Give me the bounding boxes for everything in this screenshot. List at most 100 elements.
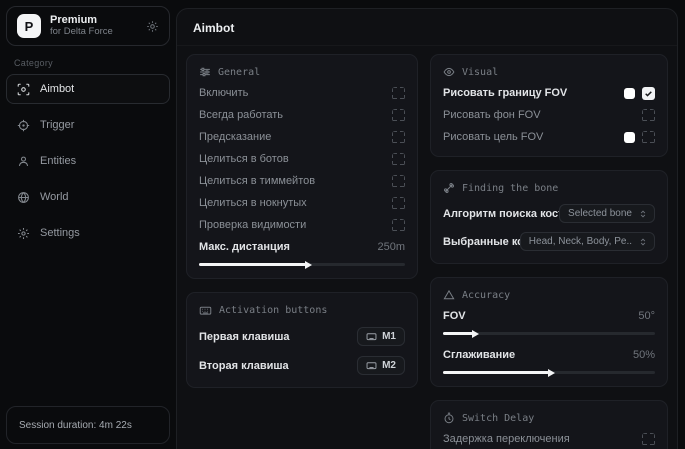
target-knocked-checkbox[interactable] bbox=[392, 197, 405, 210]
smoothing-label: Сглаживание bbox=[443, 349, 625, 361]
general-card: General Включить Всегда работать Предска… bbox=[186, 54, 418, 279]
check-label: Целиться в нокнутых bbox=[199, 197, 392, 209]
check-label: Предсказание bbox=[199, 131, 392, 143]
check-label: Включить bbox=[199, 87, 392, 99]
selected-bones-value: Head, Neck, Body, Pe.. bbox=[529, 236, 632, 247]
app-window: P Premium for Delta Force Category bbox=[0, 0, 685, 449]
check-label: Целиться в ботов bbox=[199, 153, 392, 165]
left-column: General Включить Всегда работать Предска… bbox=[186, 54, 418, 449]
content-columns: General Включить Всегда работать Предска… bbox=[177, 46, 677, 449]
keybind-row: Вторая клавиша M2 bbox=[199, 356, 405, 375]
sidebar-item-label: Trigger bbox=[40, 119, 74, 131]
slider-thumb[interactable] bbox=[305, 261, 312, 269]
sidebar-item-world[interactable]: World bbox=[6, 182, 170, 212]
timer-icon bbox=[443, 412, 455, 424]
main-panel: Aimbot G bbox=[176, 8, 678, 449]
smoothing-slider[interactable] bbox=[443, 371, 655, 374]
brand-subtitle: for Delta Force bbox=[50, 27, 137, 38]
bone-algorithm-label: Алгоритм поиска костей bbox=[443, 208, 559, 220]
unfold-icon bbox=[638, 237, 648, 247]
fov-target-label: Рисовать цель FOV bbox=[443, 131, 624, 143]
visibility-check-checkbox[interactable] bbox=[392, 219, 405, 232]
first-key-button[interactable]: M1 bbox=[357, 327, 405, 346]
visual-row: Рисовать фон FOV bbox=[443, 108, 655, 122]
keyboard-icon bbox=[366, 360, 377, 371]
sidebar-item-aimbot[interactable]: Aimbot bbox=[6, 74, 170, 104]
bone-algorithm-select[interactable]: Selected bone bbox=[559, 204, 655, 223]
slider-thumb[interactable] bbox=[548, 369, 555, 377]
brand-initial: P bbox=[25, 19, 34, 34]
fov-border-color-swatch[interactable] bbox=[624, 88, 635, 99]
fov-border-checkbox[interactable] bbox=[642, 87, 655, 100]
enable-checkbox[interactable] bbox=[392, 87, 405, 100]
sidebar-item-settings[interactable]: Settings bbox=[6, 218, 170, 248]
crosshair-scan-icon bbox=[17, 83, 30, 96]
main-header: Aimbot bbox=[177, 9, 677, 46]
gear-icon[interactable] bbox=[146, 20, 159, 33]
triangle-icon bbox=[443, 289, 455, 301]
target-teammates-checkbox[interactable] bbox=[392, 175, 405, 188]
first-key-value: M1 bbox=[382, 331, 396, 342]
activation-card-title: Activation buttons bbox=[199, 304, 405, 317]
eye-icon bbox=[443, 66, 455, 78]
always-work-checkbox[interactable] bbox=[392, 109, 405, 122]
switch-delay-card-title: Switch Delay bbox=[443, 412, 655, 424]
accuracy-card: Accuracy FOV 50° Сглаживание 50% bbox=[430, 277, 668, 387]
keybind-row: Первая клавиша M1 bbox=[199, 327, 405, 346]
smoothing-value: 50% bbox=[633, 349, 655, 361]
smoothing-slider-label-row: Сглаживание 50% bbox=[443, 348, 655, 362]
brand-logo: P bbox=[17, 14, 41, 38]
right-column: Visual Рисовать границу FOV Рисовать фон… bbox=[430, 54, 668, 449]
keyboard-icon bbox=[199, 304, 212, 317]
fov-target-checkbox[interactable] bbox=[642, 131, 655, 144]
visual-card-title: Visual bbox=[443, 66, 655, 78]
sidebar-item-label: World bbox=[40, 191, 69, 203]
fov-slider-label-row: FOV 50° bbox=[443, 309, 655, 323]
sidebar-item-entities[interactable]: Entities bbox=[6, 146, 170, 176]
keyboard-icon bbox=[366, 331, 377, 342]
selected-bones-select[interactable]: Head, Neck, Body, Pe.. bbox=[520, 232, 655, 251]
second-key-label: Вторая клавиша bbox=[199, 360, 357, 372]
check-row: Проверка видимости bbox=[199, 218, 405, 232]
slider-thumb[interactable] bbox=[472, 330, 479, 338]
sidebar-item-label: Aimbot bbox=[40, 83, 74, 95]
switch-delay-checkbox[interactable] bbox=[642, 433, 655, 446]
brand-title: Premium bbox=[50, 14, 137, 27]
world-globe-icon bbox=[17, 191, 30, 204]
sidebar-item-label: Entities bbox=[40, 155, 76, 167]
sliders-icon bbox=[199, 66, 211, 78]
target-bots-checkbox[interactable] bbox=[392, 153, 405, 166]
switch-delay-card: Switch Delay Задержка переключения Задер… bbox=[430, 400, 668, 449]
check-row: Предсказание bbox=[199, 130, 405, 144]
fov-slider[interactable] bbox=[443, 332, 655, 335]
bone-algorithm-value: Selected bone bbox=[568, 208, 632, 219]
visual-card: Visual Рисовать границу FOV Рисовать фон… bbox=[430, 54, 668, 157]
trigger-crosshair-icon bbox=[17, 119, 30, 132]
unfold-icon bbox=[638, 209, 648, 219]
slider-label-row: Макс. дистанция 250m bbox=[199, 240, 405, 254]
category-label: Category bbox=[14, 58, 162, 68]
finding-the-bone-card: Finding the bone Алгоритм поиска костей … bbox=[430, 170, 668, 264]
check-row: Всегда работать bbox=[199, 108, 405, 122]
second-key-button[interactable]: M2 bbox=[357, 356, 405, 375]
sidebar-item-label: Settings bbox=[40, 227, 80, 239]
check-label: Целиться в тиммейтов bbox=[199, 175, 392, 187]
fov-target-color-swatch[interactable] bbox=[624, 132, 635, 143]
check-label: Проверка видимости bbox=[199, 219, 392, 231]
fov-border-label: Рисовать границу FOV bbox=[443, 87, 624, 99]
activation-buttons-card: Activation buttons Первая клавиша M1 bbox=[186, 292, 418, 388]
entities-icon bbox=[17, 155, 30, 168]
brand-text: Premium for Delta Force bbox=[50, 14, 137, 38]
check-row: Целиться в ботов bbox=[199, 152, 405, 166]
fov-background-label: Рисовать фон FOV bbox=[443, 109, 642, 121]
selected-bones-row: Выбранные кости Head, Neck, Body, Pe.. bbox=[443, 232, 655, 251]
general-card-title: General bbox=[199, 66, 405, 78]
sidebar-item-trigger[interactable]: Trigger bbox=[6, 110, 170, 140]
first-key-label: Первая клавиша bbox=[199, 331, 357, 343]
prediction-checkbox[interactable] bbox=[392, 131, 405, 144]
fov-background-checkbox[interactable] bbox=[642, 109, 655, 122]
max-distance-slider[interactable] bbox=[199, 263, 405, 266]
check-label: Всегда работать bbox=[199, 109, 392, 121]
switch-delay-toggle-row: Задержка переключения bbox=[443, 432, 655, 446]
page-title: Aimbot bbox=[193, 21, 661, 35]
